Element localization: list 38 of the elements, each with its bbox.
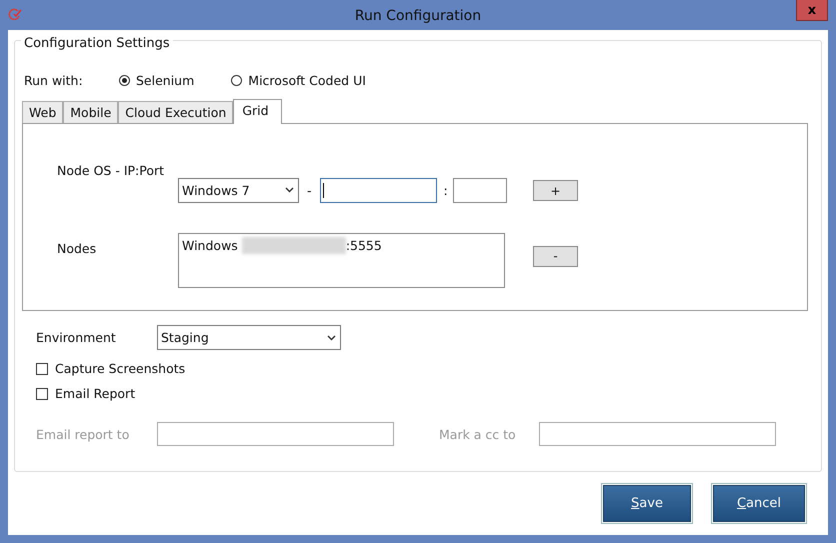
checkbox-label[interactable]: Email Report — [55, 386, 136, 401]
ip-field[interactable] — [320, 178, 437, 203]
save-button[interactable]: Save — [603, 485, 691, 522]
refresh-check-icon — [8, 8, 22, 20]
group-title: Configuration Settings — [21, 36, 173, 51]
email-field-label: Email report to — [36, 426, 130, 442]
chevron-down-icon — [285, 187, 294, 194]
tab[interactable]: Grid — [233, 99, 282, 124]
colon-separator: : — [444, 182, 448, 198]
checkbox-label[interactable]: Capture Screenshots — [55, 361, 186, 376]
environment-dropdown[interactable]: Staging — [157, 325, 341, 350]
add-button[interactable]: + — [533, 180, 578, 201]
radio-label[interactable]: Microsoft Coded UI — [248, 72, 366, 88]
node-os-label: Node OS - IP:Port — [57, 163, 166, 180]
os-dropdown[interactable]: Windows 7 — [178, 178, 299, 203]
email-field[interactable] — [157, 422, 394, 446]
checkbox[interactable] — [36, 362, 48, 374]
cancel-button[interactable]: Cancel — [713, 485, 805, 522]
checkbox[interactable] — [36, 388, 48, 400]
tab[interactable]: Cloud Execution — [118, 101, 234, 123]
nodes-list[interactable]: Windows :5555 — [178, 232, 505, 288]
close-button[interactable]: x — [796, 0, 828, 21]
run-with-label: Run with: — [24, 72, 84, 88]
port-field[interactable] — [452, 178, 507, 203]
dash-separator: - — [307, 182, 312, 198]
nodes-label: Nodes — [57, 240, 98, 258]
environment-label: Environment — [36, 330, 117, 345]
radio-button[interactable] — [119, 74, 130, 86]
radio-label[interactable]: Selenium — [136, 72, 194, 88]
tab[interactable]: Web — [22, 101, 64, 123]
remove-button[interactable]: - — [533, 246, 578, 266]
window-title: Run Configuration — [354, 7, 482, 24]
email-field-label: Mark a cc to — [439, 426, 517, 442]
tab[interactable]: Mobile — [63, 101, 118, 123]
radio-button[interactable] — [231, 74, 242, 86]
chevron-down-icon — [327, 334, 336, 340]
node-entry[interactable]: Windows :5555 — [182, 236, 382, 254]
email-field[interactable] — [539, 422, 776, 446]
